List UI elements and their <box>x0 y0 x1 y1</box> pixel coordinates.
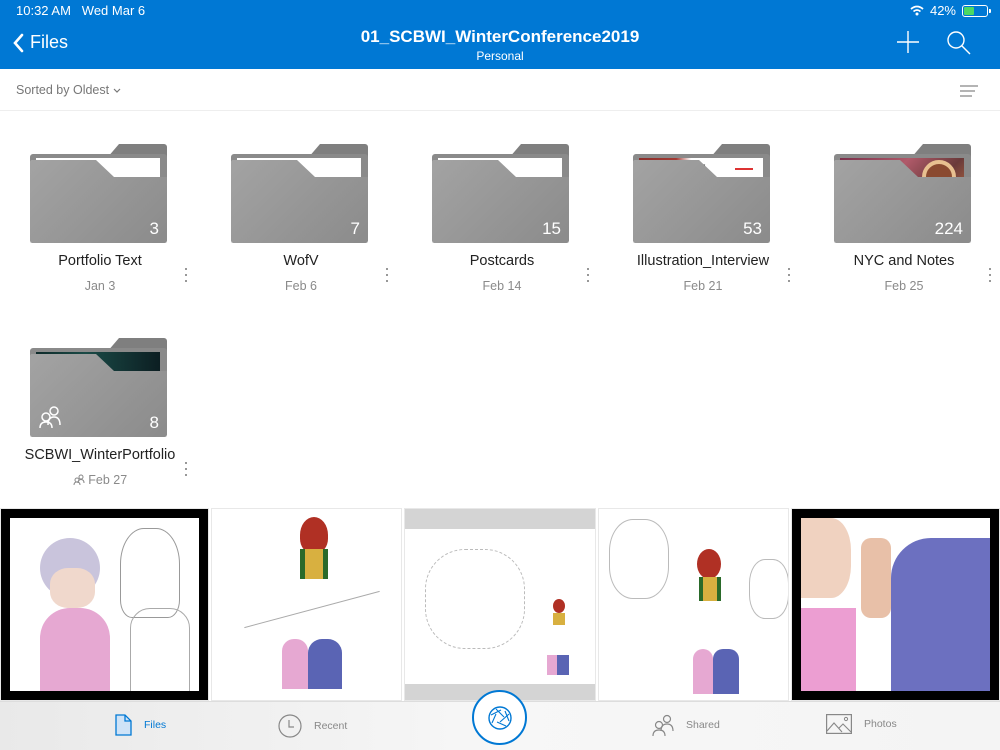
search-icon <box>947 31 971 55</box>
thumbnail-image <box>800 518 991 691</box>
folder-icon[interactable]: 224 <box>834 138 971 243</box>
list-view-icon <box>960 85 978 97</box>
plus-icon <box>897 31 919 53</box>
photo-thumbnail[interactable] <box>211 508 403 701</box>
shared-folder-icon <box>39 406 61 429</box>
folder-icon[interactable]: 53 <box>633 138 770 243</box>
tab-shared[interactable]: Shared <box>652 714 720 736</box>
more-options-button[interactable] <box>180 460 192 478</box>
shared-icon <box>73 474 85 486</box>
folder-count: 224 <box>934 219 963 238</box>
folder-icon[interactable]: 15 <box>432 138 569 243</box>
folder-icon[interactable]: 8 <box>30 332 167 437</box>
photo-thumbnail[interactable] <box>790 508 1000 701</box>
folder-date: Jan 3 <box>84 279 116 293</box>
folder-date-text: Feb 27 <box>88 473 128 487</box>
folder-item[interactable]: 3 Portfolio Text Jan 3 <box>0 138 187 303</box>
folder-name[interactable]: Postcards <box>402 253 602 269</box>
sort-bar: Sorted by Oldest <box>0 69 1000 111</box>
page-title: 01_SCBWI_WinterConference2019 <box>360 27 640 46</box>
folder-item[interactable]: 224 NYC and Notes Feb 25 <box>804 138 991 303</box>
time-text: 10:32 AM <box>16 3 71 18</box>
more-options-button[interactable] <box>180 266 192 284</box>
folder-name[interactable]: NYC and Notes <box>804 253 1000 269</box>
wifi-icon <box>910 5 924 16</box>
battery-percent: 42% <box>929 3 956 18</box>
folder-count: 53 <box>743 219 762 238</box>
tab-label: Files <box>144 719 167 731</box>
photo-thumbnail[interactable] <box>597 508 789 701</box>
tab-photos[interactable]: Photos <box>826 714 897 734</box>
thumbnail-image <box>10 518 200 691</box>
tab-label: Shared <box>686 719 720 731</box>
tab-label: Recent <box>314 720 348 732</box>
folder-name[interactable]: Illustration_Interview <box>603 253 803 269</box>
battery-icon <box>962 4 991 17</box>
photo-thumbnail[interactable] <box>0 508 210 701</box>
more-options-button[interactable] <box>582 266 594 284</box>
folder-count: 8 <box>149 413 159 432</box>
photo-thumbnail[interactable] <box>404 508 596 701</box>
date-text: Wed Mar 6 <box>81 3 146 18</box>
view-options-button[interactable] <box>960 84 978 102</box>
folder-date: Feb 27 <box>0 473 200 487</box>
more-options-button[interactable] <box>783 266 795 284</box>
folder-count: 7 <box>350 219 360 238</box>
page-subtitle: Personal <box>476 49 524 63</box>
clock-icon <box>278 714 302 738</box>
folder-date: Feb 14 <box>482 279 522 293</box>
chevron-down-icon <box>113 88 121 93</box>
photos-icon <box>826 714 852 734</box>
folder-count: 3 <box>149 219 159 238</box>
thumbnail-image <box>212 509 402 700</box>
camera-shutter-icon <box>487 705 512 730</box>
header: 10:32 AM Wed Mar 6 42% Files 01_SCBWI_Wi… <box>0 0 1000 69</box>
more-options-button[interactable] <box>381 266 393 284</box>
tab-recent[interactable]: Recent <box>278 714 347 738</box>
tab-label: Photos <box>864 718 897 730</box>
folder-count: 15 <box>542 219 561 238</box>
shared-icon <box>652 714 674 736</box>
camera-button[interactable] <box>472 690 527 745</box>
search-button[interactable] <box>946 30 972 61</box>
folder-date: Feb 6 <box>285 279 317 293</box>
thumbnail-image <box>598 509 788 700</box>
folder-name[interactable]: Portfolio Text <box>0 253 200 269</box>
folder-date: Feb 21 <box>683 279 723 293</box>
sort-label: Sorted by Oldest <box>16 83 110 97</box>
title-block: 01_SCBWI_WinterConference2019 Personal <box>0 27 1000 63</box>
status-right: 42% <box>910 3 991 18</box>
folder-name[interactable]: SCBWI_WinterPortfolio <box>0 447 200 463</box>
folder-item[interactable]: 15 Postcards Feb 14 <box>402 138 589 303</box>
photo-strip <box>0 508 1000 701</box>
more-options-button[interactable] <box>984 266 996 284</box>
folder-icon[interactable]: 3 <box>30 138 167 243</box>
folder-name[interactable]: WofV <box>201 253 401 269</box>
folder-date: Feb 25 <box>884 279 924 293</box>
folder-item[interactable]: 8 SCBWI_WinterPortfolio Feb 27 <box>0 332 187 497</box>
status-time: 10:32 AM Wed Mar 6 <box>16 3 145 18</box>
folder-icon[interactable]: 7 <box>231 138 368 243</box>
thumbnail-image <box>405 529 595 684</box>
tab-files[interactable]: Files <box>115 714 166 736</box>
add-button[interactable] <box>896 30 920 59</box>
file-icon <box>115 714 132 736</box>
folder-item[interactable]: 53 Illustration_Interview Feb 21 <box>603 138 790 303</box>
folder-item[interactable]: 7 WofV Feb 6 <box>201 138 388 303</box>
sort-dropdown[interactable]: Sorted by Oldest <box>16 83 121 97</box>
